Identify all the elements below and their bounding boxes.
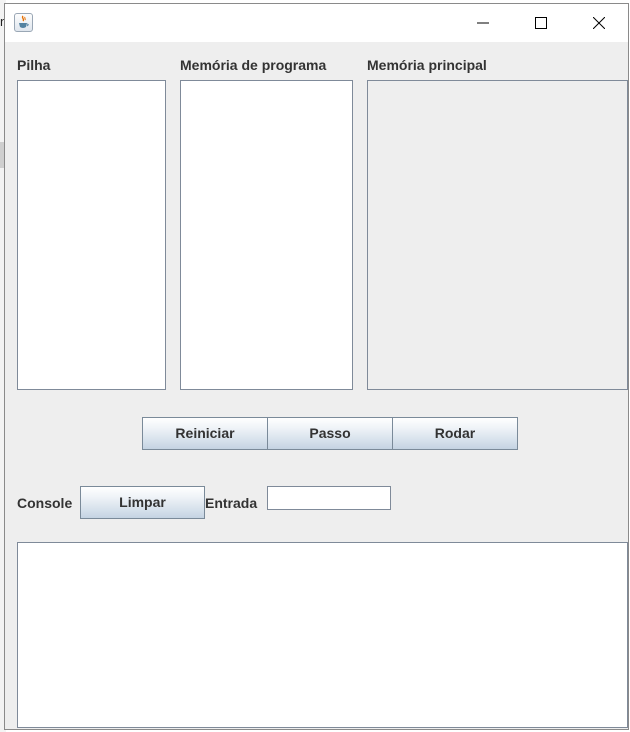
console-label: Console bbox=[17, 495, 73, 511]
input-field[interactable] bbox=[267, 486, 391, 510]
stack-label: Pilha bbox=[17, 57, 51, 73]
minimize-button[interactable] bbox=[460, 4, 506, 42]
run-button[interactable]: Rodar bbox=[392, 417, 518, 450]
clear-button[interactable]: Limpar bbox=[80, 486, 205, 519]
app-window: Pilha Memória de programa Memória princi… bbox=[4, 3, 629, 730]
step-button[interactable]: Passo bbox=[267, 417, 393, 450]
input-label: Entrada bbox=[205, 495, 258, 511]
program-memory-list[interactable] bbox=[180, 80, 353, 390]
maximize-button[interactable] bbox=[518, 4, 564, 42]
console-output[interactable] bbox=[17, 542, 628, 728]
maximize-icon bbox=[535, 17, 547, 29]
stack-list[interactable] bbox=[17, 80, 166, 390]
program-memory-label: Memória de programa bbox=[180, 57, 327, 73]
main-memory-table[interactable] bbox=[367, 80, 628, 390]
main-memory-label: Memória principal bbox=[367, 57, 487, 73]
title-bar[interactable] bbox=[5, 4, 628, 42]
close-icon bbox=[593, 17, 605, 29]
reset-button[interactable]: Reiniciar bbox=[142, 417, 268, 450]
close-button[interactable] bbox=[576, 4, 622, 42]
minimize-icon bbox=[477, 22, 489, 24]
java-cup-icon[interactable] bbox=[14, 13, 33, 32]
